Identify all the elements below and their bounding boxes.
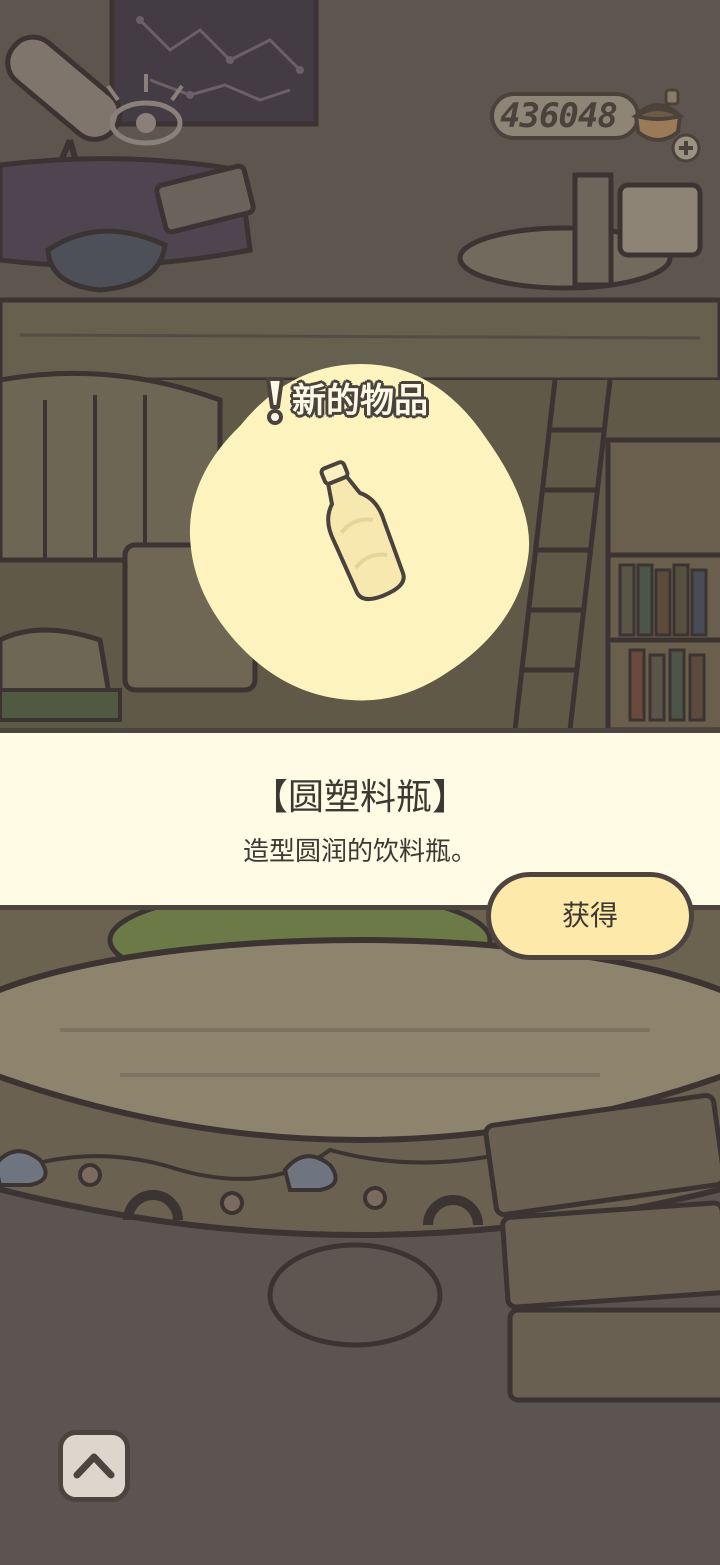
chevron-up-icon <box>73 1453 115 1479</box>
currency-counter[interactable]: 436048 <box>490 88 685 146</box>
add-currency-icon[interactable] <box>670 132 702 164</box>
currency-amount: 436048 <box>500 96 618 136</box>
new-item-label: 新的物品 <box>292 381 428 421</box>
plastic-bottle-icon <box>319 460 406 602</box>
obtain-button-label: 获得 <box>561 899 618 932</box>
item-name: 【圆塑料瓶】 <box>251 777 468 818</box>
item-description: 造型圆润的饮料瓶。 <box>242 837 477 867</box>
new-item-badge: 新的物品 <box>262 375 472 427</box>
collapse-menu-button[interactable] <box>58 1430 130 1502</box>
obtain-button[interactable]: 获得 <box>486 872 694 960</box>
exclamation-icon <box>266 377 284 425</box>
